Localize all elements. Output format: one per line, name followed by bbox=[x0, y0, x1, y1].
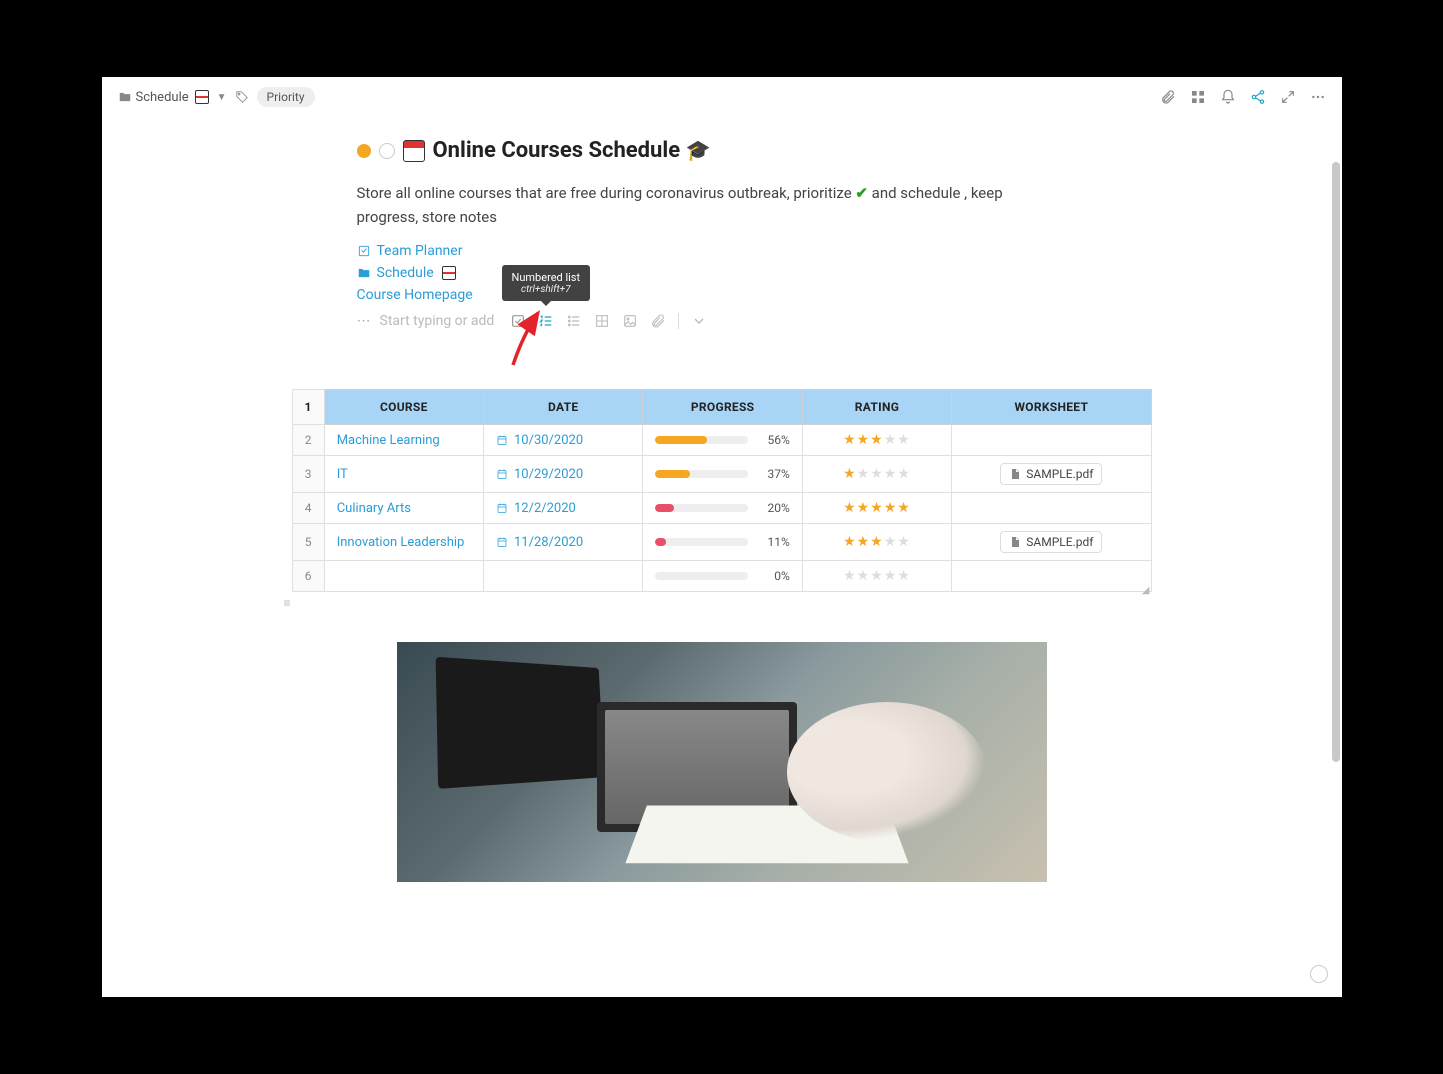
table-row[interactable]: 4Culinary Arts12/2/202020%★★★★★ bbox=[292, 493, 1151, 524]
cell-course[interactable]: Culinary Arts bbox=[324, 493, 483, 524]
drag-handle-icon[interactable]: ⋯ bbox=[357, 313, 372, 329]
cell-course[interactable]: Innovation Leadership bbox=[324, 524, 483, 561]
attach-tool-icon[interactable] bbox=[650, 313, 666, 329]
cell-worksheet[interactable] bbox=[952, 561, 1151, 592]
breadcrumb-label: Schedule bbox=[136, 90, 189, 105]
tooltip-numbered-list: Numbered list ctrl+shift+7 bbox=[502, 265, 591, 301]
page-title[interactable]: Online Courses Schedule 🎓 bbox=[433, 138, 711, 163]
content-area: Online Courses Schedule 🎓 Store all onli… bbox=[102, 118, 1342, 997]
cell-progress[interactable]: 11% bbox=[643, 524, 802, 561]
folder-icon bbox=[118, 90, 132, 104]
table-drag-icon[interactable]: ≡ bbox=[284, 596, 291, 610]
cell-date[interactable]: 12/2/2020 bbox=[483, 493, 643, 524]
cell-date[interactable]: 11/28/2020 bbox=[483, 524, 643, 561]
topbar: Schedule ▼ Priority bbox=[102, 77, 1342, 118]
row-number: 2 bbox=[292, 425, 324, 456]
title-row: Online Courses Schedule 🎓 bbox=[357, 138, 1087, 163]
cell-worksheet[interactable]: SAMPLE.pdf bbox=[952, 456, 1151, 493]
calendar-icon bbox=[195, 90, 209, 104]
more-tools-icon[interactable] bbox=[691, 313, 707, 329]
table-tool-icon[interactable] bbox=[594, 313, 610, 329]
col-date[interactable]: DATE bbox=[483, 390, 643, 425]
editor-placeholder: Start typing or add bbox=[380, 313, 495, 329]
bullet-list-tool-icon[interactable] bbox=[566, 313, 582, 329]
col-worksheet[interactable]: WORKSHEET bbox=[952, 390, 1151, 425]
cell-date[interactable]: 10/30/2020 bbox=[483, 425, 643, 456]
cell-date[interactable]: 10/29/2020 bbox=[483, 456, 643, 493]
cell-progress[interactable]: 0% bbox=[643, 561, 802, 592]
image-tool-icon[interactable] bbox=[622, 313, 638, 329]
cell-course[interactable]: Machine Learning bbox=[324, 425, 483, 456]
folder-icon bbox=[357, 266, 371, 280]
tag-pill-priority[interactable]: Priority bbox=[257, 87, 315, 107]
editor-input-row[interactable]: Numbered list ctrl+shift+7 ⋯ Start typin… bbox=[357, 313, 1087, 329]
calendar-emoji bbox=[403, 140, 425, 162]
checkmark-icon: ✔ bbox=[855, 184, 868, 202]
table-row[interactable]: 6 0%★★★★★ bbox=[292, 561, 1151, 592]
numbered-list-tool-icon[interactable] bbox=[538, 313, 554, 329]
hero-image bbox=[397, 642, 1047, 882]
tag-icon[interactable] bbox=[235, 90, 249, 104]
cell-rating[interactable]: ★★★★★ bbox=[802, 561, 951, 592]
description[interactable]: Store all online courses that are free d… bbox=[357, 181, 1017, 229]
row-number: 5 bbox=[292, 524, 324, 561]
table-row[interactable]: 3IT10/29/202037%★★★★★ SAMPLE.pdf bbox=[292, 456, 1151, 493]
table-row[interactable]: 2Machine Learning10/30/202056%★★★★★ bbox=[292, 425, 1151, 456]
attachment-icon[interactable] bbox=[1160, 89, 1176, 105]
link-schedule[interactable]: Schedule bbox=[357, 265, 1087, 281]
planner-icon bbox=[357, 244, 371, 258]
bell-icon[interactable] bbox=[1220, 89, 1236, 105]
row-number: 6 bbox=[292, 561, 324, 592]
graduation-cap-icon: 🎓 bbox=[686, 138, 711, 162]
cell-course[interactable]: IT bbox=[324, 456, 483, 493]
cell-progress[interactable]: 20% bbox=[643, 493, 802, 524]
col-progress[interactable]: PROGRESS bbox=[643, 390, 802, 425]
table-resize-icon[interactable]: ◢ bbox=[1142, 585, 1150, 596]
scrollbar[interactable] bbox=[1332, 162, 1340, 762]
app-window: Schedule ▼ Priority Online Courses Sched… bbox=[102, 77, 1342, 997]
expand-icon[interactable] bbox=[1280, 89, 1296, 105]
table-row[interactable]: 5Innovation Leadership11/28/202011%★★★★★… bbox=[292, 524, 1151, 561]
rownum-header: 1 bbox=[292, 390, 324, 425]
cell-course[interactable] bbox=[324, 561, 483, 592]
more-icon[interactable] bbox=[1310, 89, 1326, 105]
col-course[interactable]: COURSE bbox=[324, 390, 483, 425]
cell-rating[interactable]: ★★★★★ bbox=[802, 456, 951, 493]
emoji-picker[interactable] bbox=[379, 143, 395, 159]
breadcrumb-folder[interactable]: Schedule bbox=[118, 90, 209, 105]
cell-date[interactable] bbox=[483, 561, 643, 592]
cell-worksheet[interactable] bbox=[952, 493, 1151, 524]
cell-progress[interactable]: 56% bbox=[643, 425, 802, 456]
cell-rating[interactable]: ★★★★★ bbox=[802, 524, 951, 561]
cell-rating[interactable]: ★★★★★ bbox=[802, 493, 951, 524]
link-course-homepage[interactable]: Course Homepage bbox=[357, 287, 1087, 303]
checkbox-tool-icon[interactable] bbox=[510, 313, 526, 329]
feedback-emoji-button[interactable] bbox=[1310, 965, 1328, 983]
cell-rating[interactable]: ★★★★★ bbox=[802, 425, 951, 456]
row-number: 4 bbox=[292, 493, 324, 524]
cell-worksheet[interactable] bbox=[952, 425, 1151, 456]
schedule-table: 1 COURSE DATE PROGRESS RATING WORKSHEET … bbox=[272, 389, 1172, 592]
file-chip[interactable]: SAMPLE.pdf bbox=[1000, 531, 1102, 553]
share-icon[interactable] bbox=[1250, 89, 1266, 105]
cell-worksheet[interactable]: SAMPLE.pdf bbox=[952, 524, 1151, 561]
link-team-planner[interactable]: Team Planner bbox=[357, 243, 1087, 259]
col-rating[interactable]: RATING bbox=[802, 390, 951, 425]
row-number: 3 bbox=[292, 456, 324, 493]
file-chip[interactable]: SAMPLE.pdf bbox=[1000, 463, 1102, 485]
status-dot[interactable] bbox=[357, 144, 371, 158]
breadcrumb-dropdown[interactable]: ▼ bbox=[217, 92, 227, 103]
calendar-icon bbox=[442, 266, 456, 280]
cell-progress[interactable]: 37% bbox=[643, 456, 802, 493]
grid-icon[interactable] bbox=[1190, 89, 1206, 105]
